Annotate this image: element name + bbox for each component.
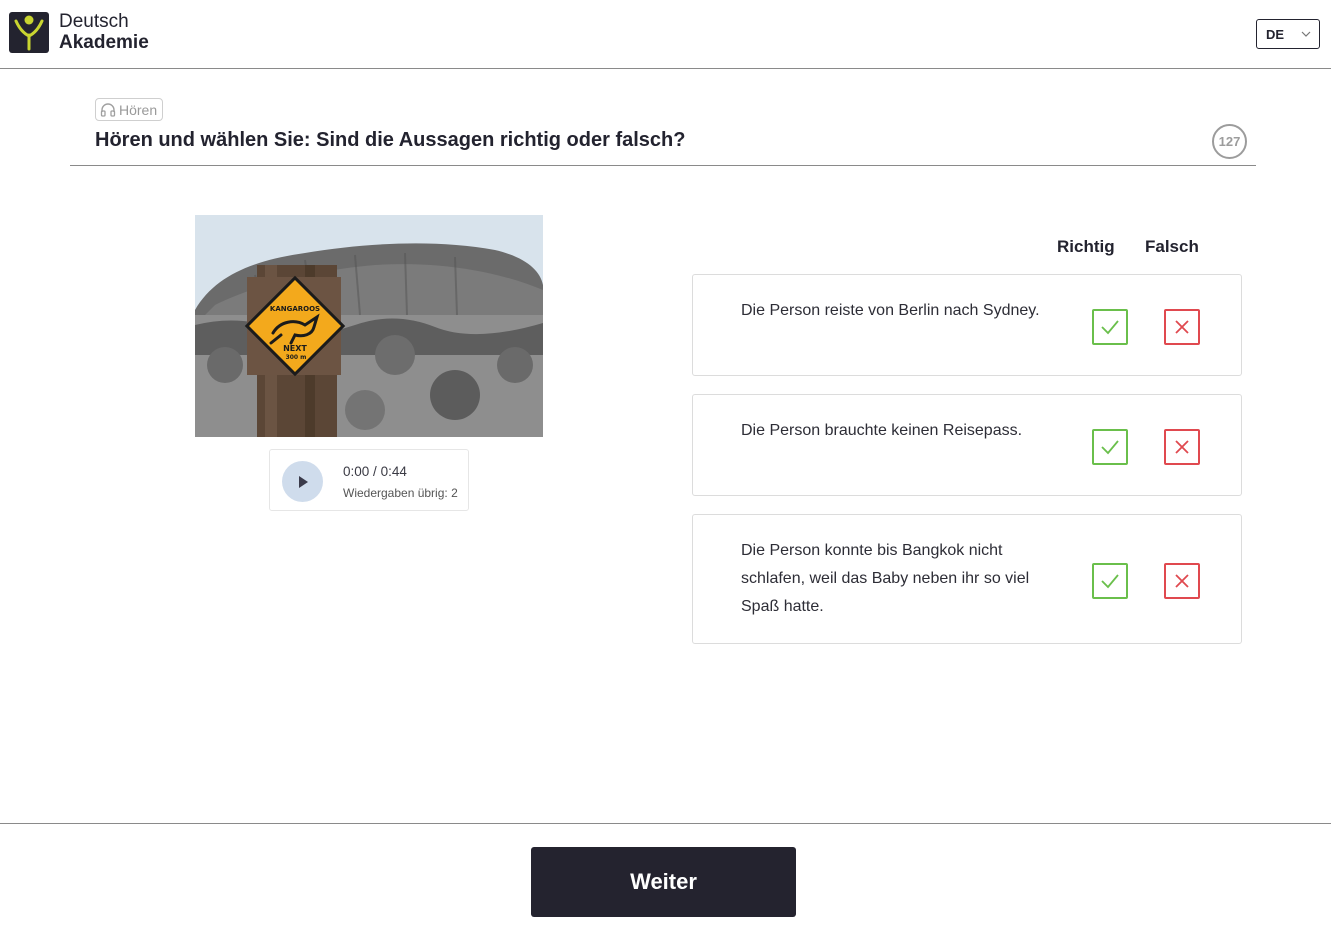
sign-text-line3: 300 m bbox=[286, 354, 307, 361]
footer-divider bbox=[0, 823, 1331, 824]
app-header: Deutsch Akademie DE bbox=[0, 0, 1331, 69]
task-title: Hören und wählen Sie: Sind die Aussagen … bbox=[95, 129, 686, 151]
statement-card: Die Person brauchte keinen Reisepass. bbox=[692, 394, 1242, 496]
check-icon bbox=[1101, 320, 1119, 335]
headphones-icon bbox=[100, 103, 116, 117]
chevron-down-icon bbox=[1301, 31, 1311, 37]
statement-text: Die Person reiste von Berlin nach Sydney… bbox=[741, 302, 1040, 319]
brand-name-line2: Akademie bbox=[59, 32, 149, 53]
logo-mark-icon bbox=[9, 11, 49, 53]
statement-card: Die Person konnte bis Bangkok nicht schl… bbox=[692, 514, 1242, 644]
check-icon bbox=[1101, 574, 1119, 589]
audio-current-time: 0:00 bbox=[343, 464, 370, 479]
next-button[interactable]: Weiter bbox=[531, 847, 796, 917]
answer-false-button[interactable] bbox=[1164, 563, 1200, 599]
column-header-true: Richtig bbox=[1057, 237, 1115, 256]
audio-time-separator: / bbox=[373, 464, 377, 479]
task-image: KANGAROOS NEXT 300 m bbox=[195, 215, 543, 437]
task-number-badge: 127 bbox=[1212, 124, 1247, 159]
statement-text: Die Person konnte bis Bangkok nicht schl… bbox=[741, 542, 1030, 615]
brand-name-line1: Deutsch bbox=[59, 11, 129, 32]
statement-card: Die Person reiste von Berlin nach Sydney… bbox=[692, 274, 1242, 376]
language-selected-value: DE bbox=[1266, 26, 1285, 42]
divider bbox=[70, 165, 1256, 166]
cross-icon bbox=[1175, 320, 1189, 334]
answer-true-button[interactable] bbox=[1092, 429, 1128, 465]
cross-icon bbox=[1175, 440, 1189, 454]
column-header-false: Falsch bbox=[1145, 237, 1199, 256]
audio-time: 0:00 / 0:44 bbox=[343, 464, 407, 479]
play-icon bbox=[298, 475, 308, 488]
answer-true-button[interactable] bbox=[1092, 563, 1128, 599]
statement-text: Die Person brauchte keinen Reisepass. bbox=[741, 422, 1023, 439]
audio-player: 0:00 / 0:44 Wiedergaben übrig: 2 bbox=[269, 449, 469, 511]
audio-duration: 0:44 bbox=[380, 464, 407, 479]
check-icon bbox=[1101, 440, 1119, 455]
play-button[interactable] bbox=[282, 461, 323, 502]
skill-tag: Hören bbox=[95, 98, 164, 121]
sign-text-line1: KANGAROOS bbox=[270, 305, 320, 313]
answer-true-button[interactable] bbox=[1092, 309, 1128, 345]
audio-plays-remaining: Wiedergaben übrig: 2 bbox=[343, 486, 458, 500]
skill-label: Hören bbox=[119, 101, 158, 118]
sign-text-line2: NEXT bbox=[283, 344, 307, 353]
answer-false-button[interactable] bbox=[1164, 429, 1200, 465]
cross-icon bbox=[1175, 574, 1189, 588]
language-select[interactable]: DE bbox=[1256, 19, 1320, 49]
brand-logo[interactable]: Deutsch Akademie bbox=[9, 11, 149, 53]
answer-false-button[interactable] bbox=[1164, 309, 1200, 345]
